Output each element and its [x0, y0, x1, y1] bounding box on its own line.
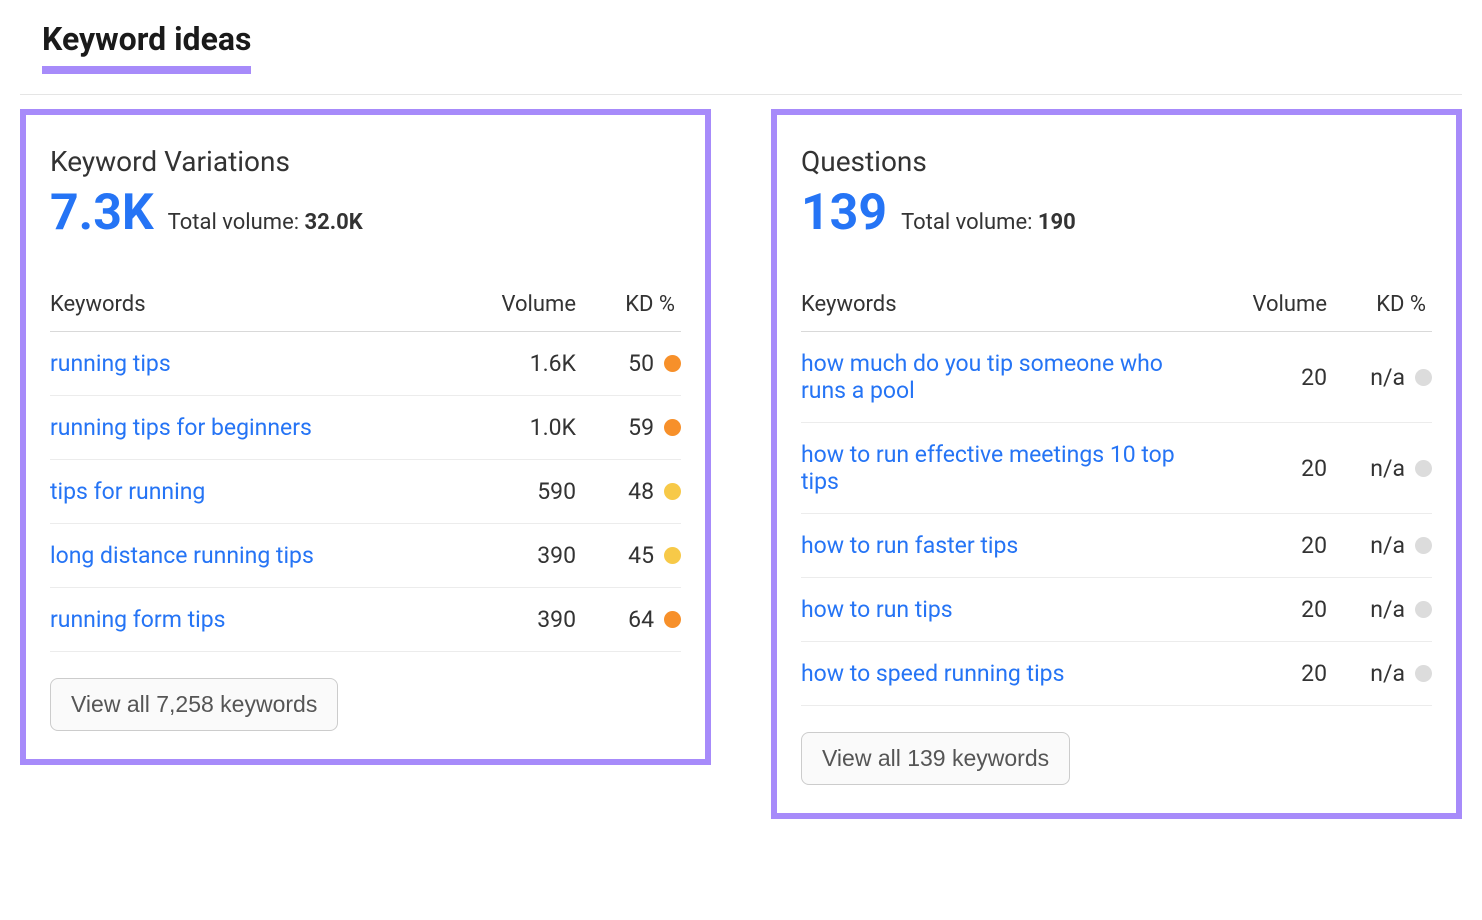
col-kd: KD %: [1327, 282, 1432, 332]
table-row: how to run effective meetings 10 top tip…: [801, 423, 1432, 514]
col-keywords: Keywords: [50, 282, 466, 332]
kd-cell: 64: [576, 588, 681, 652]
table-row: running tips 1.6K 50: [50, 332, 681, 396]
questions-card: Questions 139 Total volume: 190 Keywords…: [771, 109, 1462, 819]
col-volume: Volume: [1217, 282, 1327, 332]
kd-value: 59: [628, 414, 654, 441]
keyword-link[interactable]: tips for running: [50, 478, 205, 505]
kd-dot-icon: [1415, 665, 1432, 682]
variations-tbody: running tips 1.6K 50 running tips for begin…: [50, 332, 681, 652]
variations-table: Keywords Volume KD % running tips1.6K50r…: [50, 282, 681, 652]
table-row: running form tips 390 64: [50, 588, 681, 652]
keyword-link[interactable]: how much do you tip someone who runs a p…: [801, 350, 1163, 404]
volume-cell: 20: [1217, 332, 1327, 423]
kd-value: 45: [628, 542, 654, 569]
keyword-cell: how to run faster tips: [801, 514, 1217, 578]
questions-table: Keywords Volume KD % how much do you tip…: [801, 282, 1432, 706]
volume-cell: 20: [1217, 578, 1327, 642]
kd-dot-icon: [664, 483, 681, 500]
volume-cell: 20: [1217, 642, 1327, 706]
keyword-link[interactable]: running form tips: [50, 606, 225, 633]
table-row: how to run faster tips 20 n/a: [801, 514, 1432, 578]
kd-cell: n/a: [1327, 423, 1432, 514]
table-row: tips for running 590 48: [50, 460, 681, 524]
table-row: running tips for beginners 1.0K 59: [50, 396, 681, 460]
view-all-questions-button[interactable]: View all 139 keywords: [801, 732, 1070, 785]
kd-value: n/a: [1370, 532, 1405, 559]
kd-value: 64: [628, 606, 654, 633]
kd-cell: n/a: [1327, 642, 1432, 706]
kd-dot-icon: [1415, 369, 1432, 386]
keyword-cell: how to speed running tips: [801, 642, 1217, 706]
keyword-link[interactable]: how to run effective meetings 10 top tip…: [801, 441, 1175, 495]
section-divider: [20, 94, 1462, 95]
keyword-cell: long distance running tips: [50, 524, 466, 588]
view-all-wrap: View all 139 keywords: [801, 732, 1432, 785]
keyword-link[interactable]: how to speed running tips: [801, 660, 1064, 687]
questions-total-volume: Total volume: 190: [901, 210, 1076, 235]
kd-cell: n/a: [1327, 332, 1432, 423]
view-all-wrap: View all 7,258 keywords: [50, 678, 681, 731]
keyword-cell: how to run tips: [801, 578, 1217, 642]
keyword-link[interactable]: running tips: [50, 350, 171, 377]
volume-cell: 390: [466, 588, 576, 652]
questions-count: 139: [801, 184, 887, 242]
keyword-cell: how to run effective meetings 10 top tip…: [801, 423, 1217, 514]
stat-line: 139 Total volume: 190: [801, 184, 1432, 242]
keyword-link[interactable]: running tips for beginners: [50, 414, 312, 441]
table-row: how much do you tip someone who runs a p…: [801, 332, 1432, 423]
keyword-cell: running tips for beginners: [50, 396, 466, 460]
volume-cell: 1.6K: [466, 332, 576, 396]
kd-cell: 50: [576, 332, 681, 396]
kd-dot-icon: [1415, 537, 1432, 554]
kd-value: n/a: [1370, 596, 1405, 623]
col-keywords: Keywords: [801, 282, 1217, 332]
kd-dot-icon: [664, 611, 681, 628]
col-kd: KD %: [576, 282, 681, 332]
keyword-link[interactable]: how to run faster tips: [801, 532, 1018, 559]
keyword-cell: how much do you tip someone who runs a p…: [801, 332, 1217, 423]
stat-line: 7.3K Total volume: 32.0K: [50, 184, 681, 242]
cards-row: Keyword Variations 7.3K Total volume: 32…: [20, 109, 1462, 819]
questions-tbody: how much do you tip someone who runs a p…: [801, 332, 1432, 706]
keyword-cell: running form tips: [50, 588, 466, 652]
kd-dot-icon: [664, 547, 681, 564]
kd-cell: n/a: [1327, 578, 1432, 642]
kd-cell: 48: [576, 460, 681, 524]
kd-cell: n/a: [1327, 514, 1432, 578]
kd-dot-icon: [664, 355, 681, 372]
kd-value: 48: [628, 478, 654, 505]
keyword-cell: tips for running: [50, 460, 466, 524]
kd-value: n/a: [1370, 455, 1405, 482]
card-header: Questions 139 Total volume: 190: [801, 145, 1432, 242]
volume-cell: 20: [1217, 514, 1327, 578]
kd-value: n/a: [1370, 660, 1405, 687]
volume-cell: 1.0K: [466, 396, 576, 460]
variations-total-volume: Total volume: 32.0K: [168, 210, 363, 235]
volume-cell: 390: [466, 524, 576, 588]
card-title: Keyword Variations: [50, 145, 681, 178]
volume-cell: 20: [1217, 423, 1327, 514]
kd-cell: 59: [576, 396, 681, 460]
card-title: Questions: [801, 145, 1432, 178]
col-volume: Volume: [466, 282, 576, 332]
card-header: Keyword Variations 7.3K Total volume: 32…: [50, 145, 681, 242]
kd-dot-icon: [1415, 601, 1432, 618]
table-row: how to speed running tips 20 n/a: [801, 642, 1432, 706]
keyword-link[interactable]: how to run tips: [801, 596, 953, 623]
keyword-variations-card: Keyword Variations 7.3K Total volume: 32…: [20, 109, 711, 765]
section-title: Keyword ideas: [42, 20, 251, 74]
keyword-link[interactable]: long distance running tips: [50, 542, 314, 569]
view-all-variations-button[interactable]: View all 7,258 keywords: [50, 678, 338, 731]
kd-dot-icon: [664, 419, 681, 436]
kd-value: n/a: [1370, 364, 1405, 391]
variations-count: 7.3K: [50, 184, 154, 242]
table-row: how to run tips 20 n/a: [801, 578, 1432, 642]
volume-cell: 590: [466, 460, 576, 524]
keyword-cell: running tips: [50, 332, 466, 396]
kd-value: 50: [628, 350, 654, 377]
kd-dot-icon: [1415, 460, 1432, 477]
table-row: long distance running tips 390 45: [50, 524, 681, 588]
kd-cell: 45: [576, 524, 681, 588]
